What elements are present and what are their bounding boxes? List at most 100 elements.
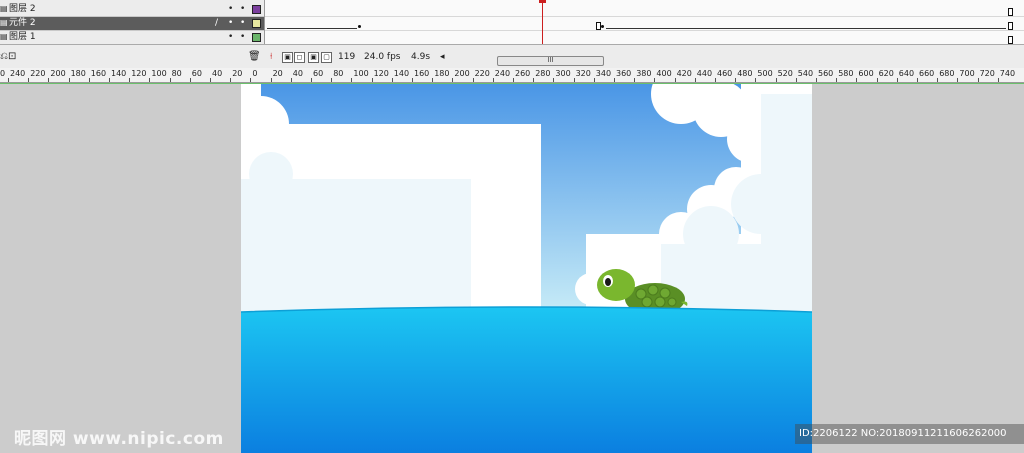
outline-color-swatch[interactable] — [252, 33, 261, 42]
ruler-label: 300 — [555, 69, 571, 78]
ruler-label: 620 — [878, 69, 894, 78]
tween-span — [606, 28, 1006, 29]
visibility-dot[interactable]: • — [228, 31, 233, 43]
ruler-tick — [210, 78, 211, 82]
ruler-tick — [371, 78, 373, 82]
ruler-label: 560 — [818, 69, 834, 78]
playhead-handle[interactable] — [539, 0, 546, 3]
ruler-label: 0 — [252, 69, 258, 78]
ruler-label: 200 — [454, 69, 470, 78]
ruler-label: 320 — [575, 69, 591, 78]
nipic-watermark-logo: 昵图网 www.nipic.com — [14, 429, 224, 449]
layer-name: 图层 2 — [9, 4, 36, 14]
outline-color-swatch[interactable] — [252, 19, 261, 28]
ruler-label: 100 — [151, 69, 167, 78]
layer-name: 元件 2 — [9, 18, 36, 28]
edit-multiple-icon[interactable]: ▣ — [308, 52, 319, 63]
ruler-tick — [694, 78, 696, 82]
layer-row-1[interactable]: ▤ 图层 2 • • — [0, 3, 264, 17]
frame-rate[interactable]: 24.0 fps — [364, 51, 400, 63]
ruler-tick — [715, 78, 716, 82]
onion-skin-icon[interactable]: ▣ — [282, 52, 293, 63]
lock-dot[interactable]: • — [240, 17, 245, 29]
ruler-tick — [896, 78, 898, 82]
ruler-label: 80 — [333, 69, 344, 78]
ruler-label: 220 — [474, 69, 490, 78]
ruler-tick — [68, 78, 70, 82]
ruler-label: 0 — [0, 69, 6, 78]
horizontal-scrollbar[interactable]: III — [497, 56, 604, 66]
timeline-status-bar: ⎌⊡ 🗑 ⍿ ▣ ◻ ▣ ▢ 119 24.0 fps 4.9s ◂ III — [0, 44, 1024, 69]
visibility-dot[interactable]: • — [228, 3, 233, 15]
ruler-label: 520 — [777, 69, 793, 78]
ruler-tick — [129, 78, 131, 82]
ruler-tick — [997, 78, 999, 82]
scroll-grip: III — [547, 56, 554, 64]
layer-name: 图层 1 — [9, 32, 36, 42]
ruler-label: 260 — [515, 69, 531, 78]
elapsed-time: 4.9s — [411, 52, 431, 62]
ruler-label: 120 — [373, 69, 389, 78]
ruler-label: 180 — [434, 69, 450, 78]
ruler-label: 80 — [171, 69, 182, 78]
frame-row-1[interactable] — [265, 3, 1024, 17]
trash-icon[interactable]: 🗑 — [248, 51, 261, 63]
center-frame-icon[interactable]: ⍿ — [270, 51, 272, 63]
ruler-label: 200 — [50, 69, 66, 78]
scroll-left-arrow-icon[interactable]: ◂ — [440, 51, 445, 63]
frame-row-2[interactable] — [265, 17, 1024, 31]
ruler-tick — [533, 78, 535, 82]
ruler-tick — [573, 78, 575, 82]
ruler-tick — [937, 78, 939, 82]
ruler-tick — [230, 78, 232, 82]
visibility-dot[interactable]: • — [228, 17, 233, 29]
ruler-tick — [492, 78, 494, 82]
ruler-tick — [593, 78, 595, 82]
end-keyframe[interactable] — [1008, 36, 1013, 44]
ruler-label: 420 — [676, 69, 692, 78]
ruler-tick — [513, 78, 514, 82]
layer-row-2-selected[interactable]: ▤ 元件 2 / • • — [0, 17, 264, 31]
ruler-tick — [48, 78, 50, 82]
ruler-label: 60 — [191, 69, 202, 78]
ruler-label: 160 — [90, 69, 107, 78]
ruler-tick — [270, 78, 272, 82]
layer-row-3[interactable]: ▤ 图层 1 • • — [0, 31, 264, 45]
layers-panel: ▤ 图层 2 • • ▤ 元件 2 / • • ▤ 图层 1 • • — [0, 0, 265, 45]
ruler-label: 20 — [272, 69, 283, 78]
ruler-tick — [634, 78, 636, 82]
ruler-tick — [917, 78, 918, 82]
lock-dot[interactable]: • — [240, 3, 245, 15]
ruler-label: 660 — [919, 69, 935, 78]
keyframe[interactable] — [358, 25, 361, 28]
ruler-tick — [775, 78, 777, 82]
ruler-label: 40 — [212, 69, 223, 78]
stage-canvas[interactable] — [241, 84, 812, 453]
onion-outline-icon[interactable]: ◻ — [294, 52, 305, 63]
keyframe[interactable] — [601, 25, 604, 28]
ruler-label: 340 — [595, 69, 612, 78]
ruler-label: 700 — [959, 69, 975, 78]
modify-markers-icon[interactable]: ▢ — [321, 52, 332, 63]
ruler-label: 540 — [797, 69, 814, 78]
ruler-tick — [614, 78, 615, 82]
ruler-label: 720 — [979, 69, 995, 78]
ruler-label: 460 — [717, 69, 733, 78]
outline-color-swatch[interactable] — [252, 5, 261, 14]
timeline-frames[interactable] — [265, 0, 1024, 45]
end-keyframe[interactable] — [1008, 8, 1013, 16]
frame-row-3[interactable] — [265, 31, 1024, 45]
ruler-label: 100 — [353, 69, 369, 78]
ruler-label: 240 — [494, 69, 511, 78]
end-keyframe[interactable] — [1008, 22, 1013, 30]
ruler-tick — [654, 78, 656, 82]
ruler-tick — [412, 78, 413, 82]
ruler-label: 60 — [313, 69, 324, 78]
ruler-label: 20 — [232, 69, 243, 78]
ruler-tick — [169, 78, 171, 82]
ruler-tick — [8, 78, 9, 82]
lock-dot[interactable]: • — [240, 31, 245, 43]
add-layer-icon[interactable]: ⎌⊡ — [0, 51, 16, 63]
ruler-label: 140 — [111, 69, 127, 78]
ruler-tick — [876, 78, 878, 82]
